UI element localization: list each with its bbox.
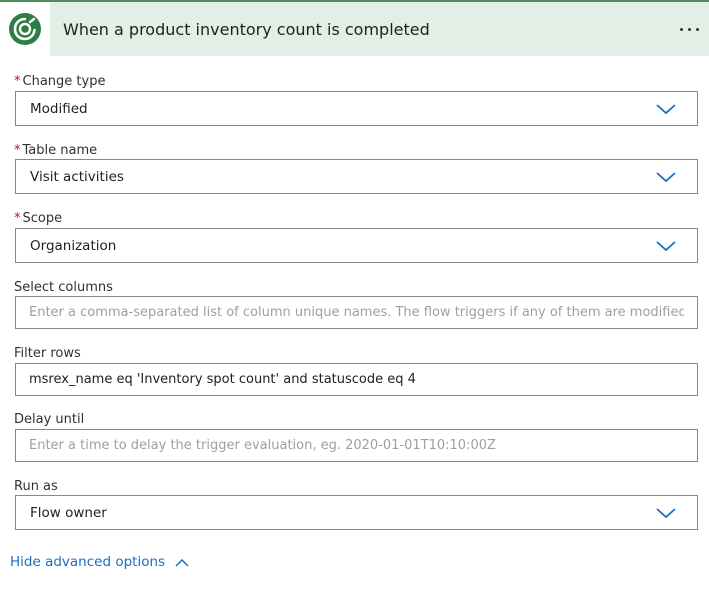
run-as-dropdown[interactable]: Flow owner <box>15 495 698 530</box>
chevron-down-icon <box>656 240 676 251</box>
delay-until-label: Delay until <box>14 412 85 427</box>
change-type-label: * Change type <box>14 74 106 89</box>
table-name-dropdown[interactable]: Visit activities <box>15 159 698 194</box>
required-mark: * <box>14 74 21 89</box>
filter-rows-input[interactable] <box>16 364 697 395</box>
filter-rows-field[interactable] <box>15 363 698 396</box>
select-columns-label: Select columns <box>14 280 113 295</box>
more-options-icon <box>679 27 683 31</box>
chevron-down-icon <box>656 103 676 114</box>
chevron-down-icon <box>656 507 676 518</box>
more-options-button[interactable] <box>672 14 706 44</box>
select-columns-input[interactable] <box>16 297 697 328</box>
delay-until-input[interactable] <box>16 430 697 461</box>
hide-advanced-options-label: Hide advanced options <box>10 554 166 570</box>
filter-rows-label: Filter rows <box>14 346 81 361</box>
change-type-dropdown[interactable]: Modified <box>15 91 698 126</box>
delay-until-field[interactable] <box>15 429 698 462</box>
dataverse-logo-icon <box>9 13 41 45</box>
chevron-down-icon <box>656 171 676 182</box>
trigger-title: When a product inventory count is comple… <box>63 20 430 39</box>
run-as-label: Run as <box>14 479 58 494</box>
required-mark: * <box>14 143 21 158</box>
scope-dropdown[interactable]: Organization <box>15 228 698 263</box>
table-name-label: * Table name <box>14 143 98 158</box>
logo-container <box>0 2 50 56</box>
required-mark: * <box>14 211 21 226</box>
trigger-header[interactable]: When a product inventory count is comple… <box>0 2 709 56</box>
hide-advanced-options-link[interactable]: Hide advanced options <box>10 554 189 570</box>
table-name-value: Visit activities <box>30 168 124 185</box>
select-columns-field[interactable] <box>15 296 698 329</box>
scope-value: Organization <box>30 237 117 254</box>
chevron-up-icon <box>175 558 189 567</box>
change-type-value: Modified <box>30 100 88 117</box>
scope-label: * Scope <box>14 211 63 226</box>
run-as-value: Flow owner <box>30 504 107 521</box>
